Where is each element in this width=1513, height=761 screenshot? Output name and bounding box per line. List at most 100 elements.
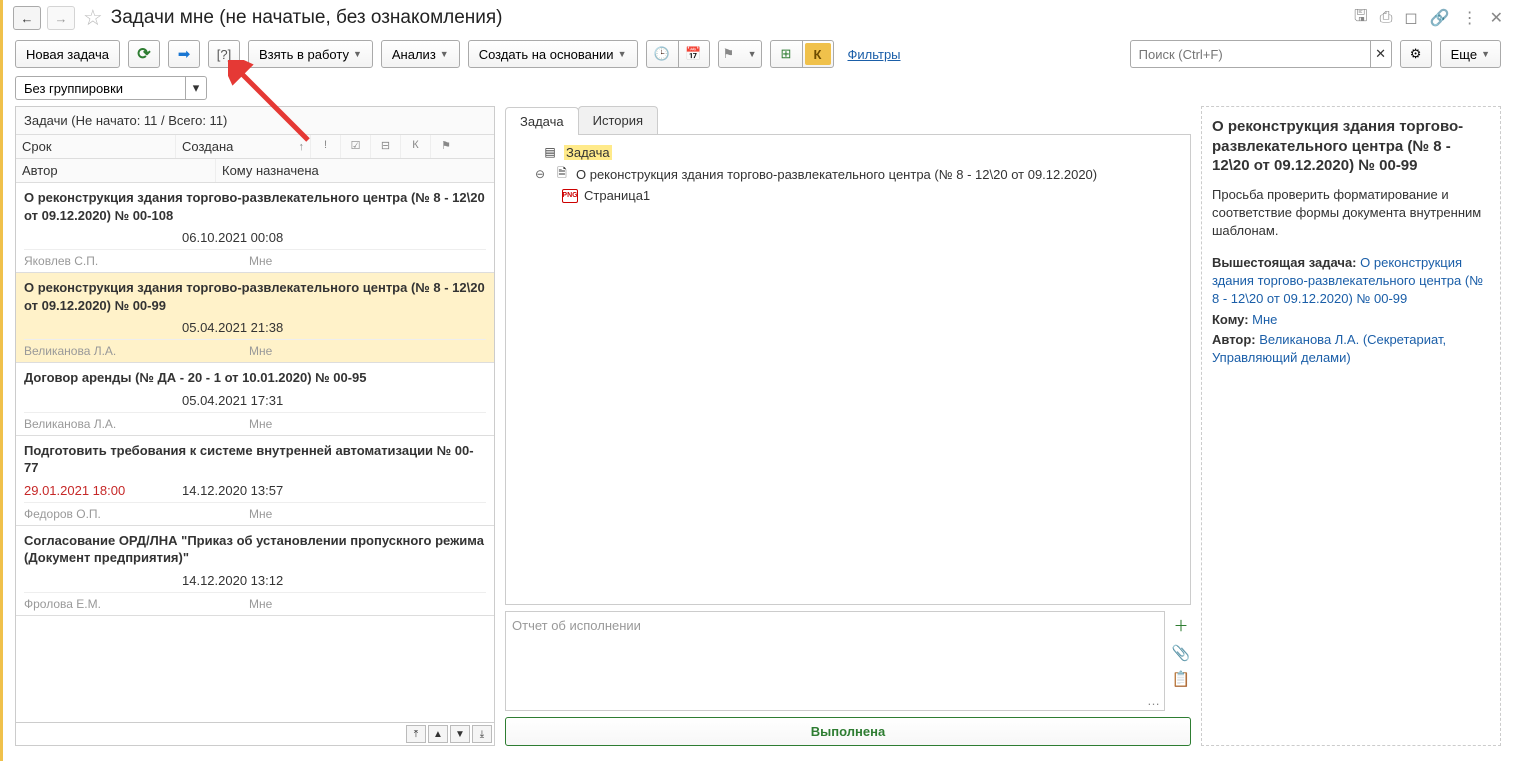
attachment-paste-icon[interactable]: 📋 [1172, 670, 1191, 688]
more-button[interactable]: Еще▼ [1440, 40, 1501, 68]
flag-button[interactable]: ⚑▼ [718, 40, 762, 68]
task-detail-panel: Задача История ▤ Задача ⊖ 🗎 О реконструк… [505, 106, 1191, 746]
print-icon[interactable]: ⎙ [1380, 9, 1393, 27]
info-whom-link[interactable]: Мне [1252, 312, 1277, 327]
col-k[interactable]: К [401, 135, 431, 158]
task-tree-panel: ▤ Задача ⊖ 🗎 О реконструкция здания торг… [505, 135, 1191, 605]
tree-root-label: Задача [564, 145, 612, 160]
help-icon: [?] [217, 47, 231, 62]
flag-icon: ⚑ [723, 46, 735, 62]
task-item-title: Договор аренды (№ ДА - 20 - 1 от 10.01.2… [24, 369, 486, 387]
grouping-dropdown-button[interactable]: ▾ [185, 76, 207, 100]
task-item-created: 14.12.2020 13:57 [182, 483, 283, 498]
task-item-title: Подготовить требования к системе внутрен… [24, 442, 486, 477]
tab-task[interactable]: Задача [505, 107, 579, 135]
settings-button[interactable]: ⚙ [1400, 40, 1432, 68]
attachment-clip-icon[interactable]: 📎 [1172, 644, 1191, 662]
take-to-work-button[interactable]: Взять в работу▼ [248, 40, 373, 68]
chevron-down-icon: ▼ [618, 49, 627, 59]
task-item-author: Фролова Е.М. [24, 597, 249, 611]
tree-root-row[interactable]: ▤ Задача [512, 141, 1184, 163]
tree-page-row[interactable]: PNG Страница1 [512, 185, 1184, 206]
col-srok[interactable]: Срок [16, 135, 176, 158]
chevron-down-icon: ▼ [440, 49, 449, 59]
col-whom[interactable]: Кому назначена [216, 159, 494, 182]
task-item[interactable]: О реконструкция здания торгово-развлекат… [16, 183, 494, 273]
schedule-button[interactable]: 🕒 [646, 40, 678, 68]
done-button[interactable]: Выполнена [505, 717, 1191, 746]
analysis-button[interactable]: Анализ▼ [381, 40, 460, 68]
tab-history[interactable]: История [578, 106, 658, 134]
task-item-title: О реконструкция здания торгово-развлекат… [24, 279, 486, 314]
save-icon[interactable]: 🖫 [1354, 5, 1368, 32]
col-author[interactable]: Автор [16, 159, 216, 182]
info-body: Просьба проверить форматирование и соотв… [1212, 186, 1490, 241]
search-input[interactable] [1130, 40, 1370, 68]
task-list-pager: ⤒ ▲ ▼ ⤓ [16, 722, 494, 745]
col-mark2-icon[interactable]: ☑ [341, 135, 371, 158]
task-items-container: О реконструкция здания торгово-развлекат… [16, 183, 494, 722]
task-item-created: 06.10.2021 00:08 [182, 230, 283, 245]
task-item[interactable]: О реконструкция здания торгово-развлекат… [16, 273, 494, 363]
refresh-icon: ⟳ [137, 44, 150, 64]
task-item-title: О реконструкция здания торгово-развлекат… [24, 189, 486, 224]
new-task-button[interactable]: Новая задача [15, 40, 120, 68]
task-item-whom: Мне [249, 597, 486, 611]
search-field-wrap: ✕ [1130, 40, 1392, 68]
schedule-add-button[interactable]: 📅 [678, 40, 710, 68]
png-file-icon: PNG [562, 189, 578, 203]
task-item[interactable]: Договор аренды (№ ДА - 20 - 1 от 10.01.2… [16, 363, 494, 436]
task-item[interactable]: Согласование ОРД/ЛНА "Приказ об установл… [16, 526, 494, 616]
chevron-down-icon: ▼ [1481, 49, 1490, 59]
close-icon[interactable]: ✕ [1490, 8, 1503, 28]
k-button[interactable]: К [802, 40, 834, 68]
report-expand-icon[interactable]: … [1147, 693, 1160, 708]
task-item-whom: Мне [249, 254, 486, 268]
task-item-created: 14.12.2020 13:12 [182, 573, 283, 588]
task-item-due: 29.01.2021 18:00 [24, 483, 182, 498]
task-item-due [24, 320, 182, 335]
refresh-button[interactable]: ⟳ [128, 40, 160, 68]
report-textarea[interactable]: Отчет об исполнении … [505, 611, 1165, 711]
link-icon[interactable]: 🔗 [1430, 8, 1450, 28]
pager-up-button[interactable]: ▲ [428, 725, 448, 743]
task-item[interactable]: Подготовить требования к системе внутрен… [16, 436, 494, 526]
info-whom-label: Кому: [1212, 312, 1249, 327]
col-created[interactable]: Создана↑ [176, 135, 311, 158]
col-flag-icon[interactable]: ⚑ [431, 135, 461, 158]
grouping-combo[interactable] [15, 76, 185, 100]
task-item-due [24, 230, 182, 245]
info-title: О реконструкция здания торгово-развлекат… [1212, 117, 1490, 176]
attachment-add-icon[interactable]: ＋ [1173, 615, 1188, 636]
page-title: Задачи мне (не начатые, без ознакомления… [111, 7, 503, 29]
create-based-on-button[interactable]: Создать на основании▼ [468, 40, 638, 68]
chevron-down-icon: ▼ [748, 49, 757, 59]
tree-collapse-icon[interactable]: ⊖ [532, 166, 548, 182]
tree-doc-row[interactable]: ⊖ 🗎 О реконструкция здания торгово-развл… [512, 163, 1184, 185]
help-button[interactable]: [?] [208, 40, 240, 68]
col-tree-icon[interactable]: ⊟ [371, 135, 401, 158]
favorite-star-icon[interactable]: ☆ [83, 5, 103, 31]
info-parent-label: Вышестоящая задача: [1212, 255, 1357, 270]
doc-icon: ▤ [542, 144, 558, 160]
forward-arrow-icon: ➡ [178, 45, 191, 63]
nav-back-button[interactable]: ← [13, 6, 41, 30]
k-icon: К [805, 43, 831, 65]
pager-first-button[interactable]: ⤒ [406, 725, 426, 743]
detail-tabs: Задача История [505, 106, 1191, 135]
tree-view-button[interactable]: ⊞ [770, 40, 802, 68]
pager-last-button[interactable]: ⤓ [472, 725, 492, 743]
col-mark1-icon[interactable]: ! [311, 135, 341, 158]
task-item-due [24, 393, 182, 408]
task-item-whom: Мне [249, 507, 486, 521]
search-clear-button[interactable]: ✕ [1370, 40, 1392, 68]
doc-icon: 🗎 [554, 166, 570, 182]
nav-forward-button[interactable]: → [47, 6, 75, 30]
task-item-author: Яковлев С.П. [24, 254, 249, 268]
filters-link[interactable]: Фильтры [848, 47, 901, 62]
task-item-created: 05.04.2021 17:31 [182, 393, 283, 408]
pager-down-button[interactable]: ▼ [450, 725, 470, 743]
kebab-menu-icon[interactable]: ⋮ [1462, 8, 1478, 28]
window-icon[interactable]: ◻ [1404, 8, 1417, 28]
forward-action-button[interactable]: ➡ [168, 40, 200, 68]
